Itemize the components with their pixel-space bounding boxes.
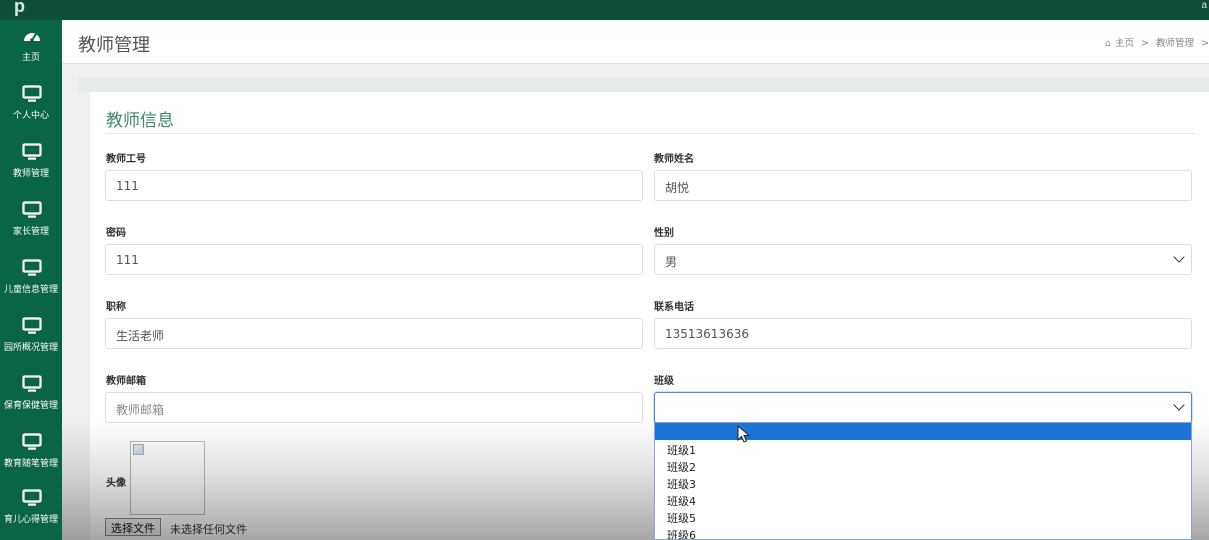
avatar-image: [130, 441, 205, 515]
chevron-down-icon: [1173, 399, 1185, 411]
sidebar-item-profile[interactable]: 个人中心: [0, 78, 62, 136]
dropdown-option[interactable]: 班级2: [655, 457, 1191, 474]
broken-image-icon: [133, 444, 144, 455]
top-bar: p a: [0, 0, 1209, 20]
teacher-name-label: 教师姓名: [654, 154, 694, 165]
dropdown-option[interactable]: 班级1: [655, 440, 1191, 457]
choose-file-button[interactable]: 选择文件: [105, 518, 161, 536]
chevron-down-icon: [1173, 251, 1185, 263]
sidebar-item-healthcare[interactable]: 保育保健管理: [0, 368, 62, 426]
dropdown-option[interactable]: [655, 423, 1191, 440]
sidebar-item-label: 园所概况管理: [3, 343, 58, 353]
breadcrumb-separator: >: [1140, 38, 1149, 49]
gender-label: 性别: [654, 228, 674, 239]
breadcrumb-home[interactable]: 主页: [1115, 38, 1134, 49]
breadcrumb: ⌂ 主页 > 教师管理 >: [1101, 35, 1209, 49]
sidebar-item-label: 家长管理: [12, 227, 49, 237]
monitor-icon: [22, 143, 42, 160]
monitor-icon: [22, 375, 42, 392]
content-strip: [78, 78, 1209, 92]
sidebar-item-label: 育儿心得管理: [3, 515, 58, 525]
file-status: 未选择任何文件: [170, 523, 247, 536]
section-title: 教师信息: [106, 111, 174, 131]
mouse-cursor-icon: [737, 425, 751, 443]
breadcrumb-separator: >: [1201, 38, 1209, 49]
dashboard-icon: [24, 33, 40, 42]
avatar-label: 头像: [106, 478, 126, 489]
teacher-id-input[interactable]: 111: [105, 170, 643, 201]
phone-label: 联系电话: [654, 302, 694, 313]
breadcrumb-current: 教师管理: [1155, 38, 1194, 49]
dropdown-option[interactable]: 班级5: [655, 508, 1191, 525]
home-icon[interactable]: ⌂: [1105, 38, 1111, 49]
page-header: 教师管理 ⌂ 主页 > 教师管理 >: [62, 20, 1209, 64]
dropdown-option[interactable]: 班级3: [655, 474, 1191, 491]
email-input[interactable]: 教师邮箱: [105, 392, 643, 423]
password-input[interactable]: 111: [105, 244, 643, 275]
phone-input[interactable]: 13513613636: [654, 318, 1192, 349]
page-title: 教师管理: [78, 35, 150, 56]
sidebar-item-label: 教育随笔管理: [3, 459, 58, 469]
monitor-icon: [22, 259, 42, 276]
divider: [106, 133, 1195, 134]
sidebar: 主页 个人中心 教师管理 家长管理 儿童信息管理 园所概况管理 保育保健管理 教…: [0, 20, 62, 540]
sidebar-item-label: 教师管理: [12, 169, 49, 179]
sidebar-item-kindergarten[interactable]: 园所概况管理: [0, 310, 62, 368]
sidebar-item-label: 主页: [21, 53, 40, 63]
teacher-id-label: 教师工号: [106, 154, 146, 165]
sidebar-item-essays[interactable]: 教育随笔管理: [0, 426, 62, 484]
monitor-icon: [22, 433, 42, 450]
monitor-icon: [22, 317, 42, 334]
monitor-icon: [22, 85, 42, 102]
app-logo: p: [14, 0, 25, 16]
monitor-icon: [22, 201, 42, 218]
sidebar-item-label: 保育保健管理: [3, 401, 58, 411]
sidebar-item-label: 个人中心: [12, 111, 49, 121]
gender-select[interactable]: 男: [654, 244, 1192, 275]
sidebar-item-teachers[interactable]: 教师管理: [0, 136, 62, 194]
gender-value: 男: [665, 255, 678, 269]
dropdown-option[interactable]: 班级6: [655, 525, 1191, 539]
teacher-name-input[interactable]: 胡悦: [654, 170, 1192, 201]
title-input[interactable]: 生活老师: [105, 318, 643, 349]
class-label: 班级: [654, 376, 674, 387]
sidebar-item-parenting[interactable]: 育儿心得管理: [0, 482, 62, 540]
dropdown-option[interactable]: 班级4: [655, 491, 1191, 508]
sidebar-item-children[interactable]: 儿童信息管理: [0, 252, 62, 310]
user-menu[interactable]: a: [1201, 0, 1207, 11]
class-select[interactable]: [654, 392, 1192, 423]
title-label: 职称: [106, 302, 126, 313]
sidebar-item-label: 儿童信息管理: [3, 285, 58, 295]
sidebar-item-home[interactable]: 主页: [0, 20, 62, 78]
class-dropdown-list[interactable]: 班级1 班级2 班级3 班级4 班级5 班级6: [654, 422, 1192, 540]
email-label: 教师邮箱: [106, 376, 146, 387]
monitor-icon: [22, 489, 42, 506]
password-label: 密码: [106, 228, 126, 239]
sidebar-item-parents[interactable]: 家长管理: [0, 194, 62, 252]
